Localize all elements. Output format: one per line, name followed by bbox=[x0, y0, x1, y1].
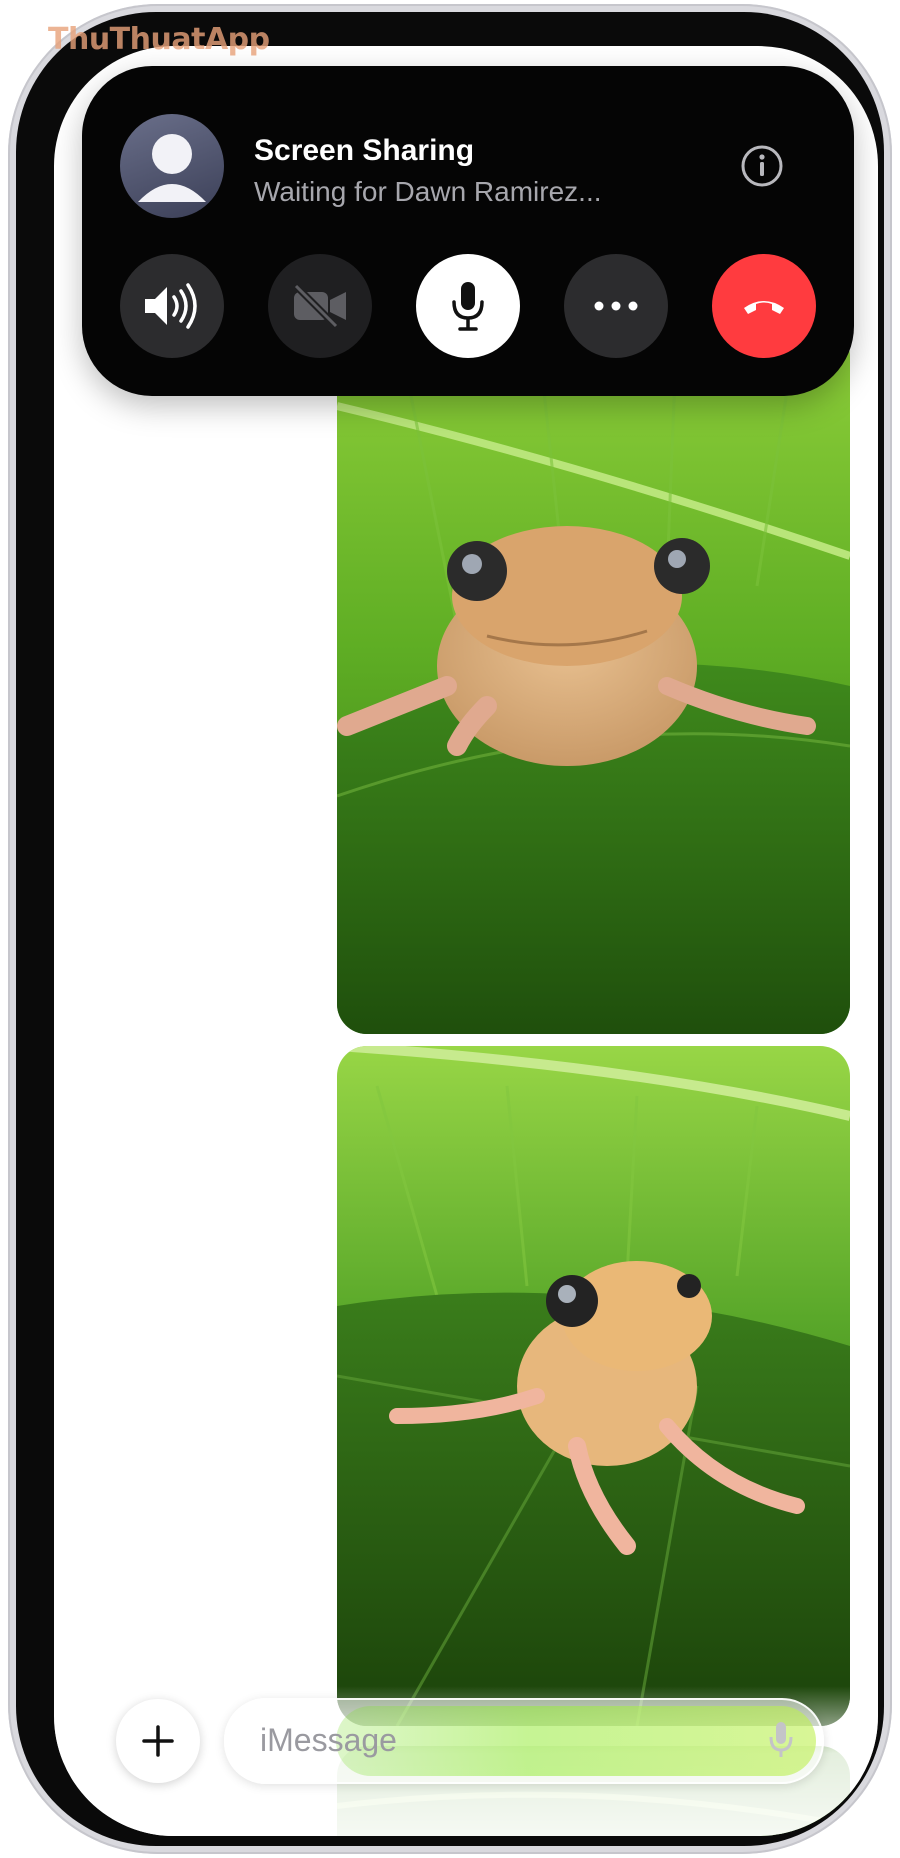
more-button[interactable] bbox=[564, 254, 668, 358]
input-reflection bbox=[336, 1706, 816, 1776]
screen: Screen Sharing Waiting for Dawn Ramirez.… bbox=[54, 46, 878, 1836]
speaker-icon bbox=[145, 283, 197, 329]
imessage-input[interactable]: iMessage bbox=[224, 1698, 824, 1784]
call-status: Waiting for Dawn Ramirez... bbox=[254, 176, 602, 207]
add-attachment-button[interactable] bbox=[116, 1699, 200, 1783]
screen-sharing-call-banner: Screen Sharing Waiting for Dawn Ramirez.… bbox=[82, 66, 854, 396]
camera-button[interactable] bbox=[268, 254, 372, 358]
microphone-icon bbox=[452, 282, 484, 331]
photo-message-frog-1[interactable] bbox=[337, 326, 850, 1034]
imessage-placeholder: iMessage bbox=[260, 1722, 397, 1758]
info-icon[interactable] bbox=[740, 144, 784, 188]
plus-icon bbox=[142, 1725, 174, 1757]
call-title: Screen Sharing bbox=[254, 134, 475, 167]
microphone-button[interactable] bbox=[416, 254, 520, 358]
device-bezel: Screen Sharing Waiting for Dawn Ramirez.… bbox=[16, 12, 884, 1846]
watermark-logo: ThuThuatApp bbox=[48, 22, 270, 57]
video-off-icon bbox=[293, 284, 346, 328]
dictation-mic-icon[interactable] bbox=[768, 1720, 794, 1765]
end-call-button[interactable] bbox=[712, 254, 816, 358]
frog-photo-1 bbox=[337, 326, 850, 1034]
photo-message-frog-2[interactable] bbox=[337, 1046, 850, 1726]
frog-photo-2 bbox=[337, 1046, 850, 1726]
speaker-button[interactable] bbox=[120, 254, 224, 358]
person-icon bbox=[120, 114, 224, 218]
end-call-icon bbox=[744, 301, 784, 314]
ellipsis-icon bbox=[594, 301, 638, 311]
